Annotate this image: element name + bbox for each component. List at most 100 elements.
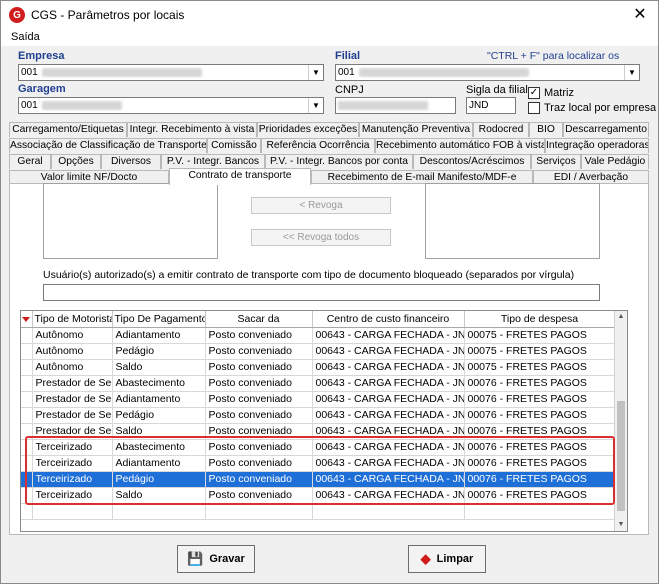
row-indicator[interactable] [21, 327, 33, 344]
tab-contrato-transporte[interactable]: Contrato de transporte [169, 168, 311, 185]
table-cell[interactable]: 00643 - CARGA FECHADA - JND. [312, 455, 465, 472]
gravar-button[interactable]: 💾 Gravar [177, 545, 255, 573]
table-cell[interactable]: Posto conveniado [205, 423, 313, 440]
table-cell[interactable]: Posto conveniado [205, 439, 313, 456]
row-indicator[interactable] [21, 407, 33, 424]
table-cell[interactable]: 00076 - FRETES PAGOS [464, 439, 616, 456]
table-row[interactable]: Terceirizado Adiantamento Posto conveniado… [21, 455, 616, 472]
scroll-down-icon[interactable]: ▼ [615, 519, 627, 531]
row-indicator[interactable] [21, 359, 33, 376]
table-cell[interactable]: Terceirizado [32, 487, 113, 504]
row-indicator[interactable] [21, 487, 33, 504]
table-cell[interactable]: 00643 - CARGA FECHADA - JND. [312, 487, 465, 504]
table-cell[interactable]: Pedágio [112, 471, 206, 488]
chevron-down-icon[interactable]: ▼ [308, 65, 323, 80]
close-icon[interactable]: ✕ [630, 5, 650, 25]
table-cell[interactable]: 00075 - FRETES PAGOS [464, 359, 616, 376]
tab-comissao[interactable]: Comissão [207, 138, 261, 153]
tab-pv-integr-bancos[interactable]: P.V. - Integr. Bancos [161, 154, 265, 169]
table-cell[interactable]: 00076 - FRETES PAGOS [464, 375, 616, 392]
row-indicator[interactable] [21, 455, 33, 472]
table-row[interactable]: Prestador de Se... Adiantamento Posto conv… [21, 391, 616, 408]
table-cell[interactable]: 00076 - FRETES PAGOS [464, 471, 616, 488]
tab-servicos[interactable]: Serviços [531, 154, 581, 169]
traz-local-checkbox[interactable]: Traz local por empresa [528, 102, 656, 114]
table-cell[interactable]: Abastecimento [112, 439, 206, 456]
table-cell[interactable]: Posto conveniado [205, 375, 313, 392]
table-row-empty[interactable] [21, 503, 616, 520]
table-cell[interactable] [112, 503, 206, 520]
tab-rodocred[interactable]: Rodocred [473, 122, 529, 137]
scroll-thumb[interactable] [617, 401, 625, 511]
table-cell[interactable]: Posto conveniado [205, 327, 313, 344]
table-cell[interactable]: 00075 - FRETES PAGOS [464, 343, 616, 360]
table-cell[interactable]: Abastecimento [112, 375, 206, 392]
usuarios-autorizados-field[interactable] [43, 284, 600, 301]
tab-bio[interactable]: BIO [529, 122, 563, 137]
table-row[interactable]: Autônomo Adiantamento Posto conveniado 0064… [21, 327, 616, 344]
matriz-checkbox[interactable]: ✓ Matriz [528, 87, 574, 99]
table-cell[interactable]: Posto conveniado [205, 391, 313, 408]
table-cell[interactable]: Autônomo [32, 343, 113, 360]
table-cell[interactable] [205, 503, 313, 520]
table-cell[interactable]: Posto conveniado [205, 455, 313, 472]
empresa-select[interactable]: 001 ▼ [18, 64, 324, 81]
table-cell[interactable]: Prestador de Se... [32, 375, 113, 392]
tab-prioridades[interactable]: Prioridades exceções [257, 122, 359, 137]
table-cell[interactable]: Pedágio [112, 343, 206, 360]
table-cell[interactable]: Adiantamento [112, 455, 206, 472]
tab-manutencao[interactable]: Manutenção Preventiva [359, 122, 473, 137]
table-cell[interactable]: 00076 - FRETES PAGOS [464, 391, 616, 408]
row-indicator[interactable] [21, 423, 33, 440]
tab-referencia-ocorrencia[interactable]: Referência Ocorrência [261, 138, 375, 153]
menu-item-saida[interactable]: Saída [11, 31, 40, 43]
row-indicator[interactable] [21, 375, 33, 392]
table-row[interactable]: Terceirizado Pedágio Posto conveniado 00643… [21, 471, 616, 488]
revoga-button[interactable]: < Revoga [251, 197, 391, 214]
table-cell[interactable]: Autônomo [32, 359, 113, 376]
table-cell[interactable]: 00643 - CARGA FECHADA - JND. [312, 391, 465, 408]
table-cell[interactable]: 00075 - FRETES PAGOS [464, 327, 616, 344]
tab-associacao[interactable]: Associação de Classificação de Transport… [9, 138, 207, 153]
table-cell[interactable]: Adiantamento [112, 391, 206, 408]
tab-integracao-operadoras[interactable]: Integração operadoras [545, 138, 649, 153]
filial-select[interactable]: 001 ▼ [335, 64, 640, 81]
table-cell[interactable]: Pedágio [112, 407, 206, 424]
table-cell[interactable]: 00643 - CARGA FECHADA - JND. [312, 327, 465, 344]
tab-carregamento[interactable]: Carregamento/Etiquetas [9, 122, 127, 137]
table-cell[interactable]: Adiantamento [112, 327, 206, 344]
table-cell[interactable]: Saldo [112, 423, 206, 440]
usuarios-disponiveis-list[interactable] [43, 183, 218, 259]
table-cell[interactable]: Autônomo [32, 327, 113, 344]
column-header[interactable]: Centro de custo financeiro [312, 311, 465, 328]
table-cell[interactable]: Saldo [112, 487, 206, 504]
table-cell[interactable]: 00076 - FRETES PAGOS [464, 455, 616, 472]
column-header[interactable]: Sacar da [205, 311, 313, 328]
table-row[interactable]: Terceirizado Saldo Posto conveniado 00643 -… [21, 487, 616, 504]
table-cell[interactable]: Terceirizado [32, 439, 113, 456]
cnpj-field[interactable] [335, 97, 456, 114]
revoga-todos-button[interactable]: << Revoga todos [251, 229, 391, 246]
column-header[interactable]: Tipo de Motorista [32, 311, 113, 328]
usuarios-selecionados-list[interactable] [425, 183, 600, 259]
row-indicator[interactable] [21, 343, 33, 360]
tab-descontos[interactable]: Descontos/Acréscimos [413, 154, 531, 169]
table-cell[interactable] [464, 503, 616, 520]
table-cell[interactable]: Posto conveniado [205, 407, 313, 424]
garagem-select[interactable]: 001 ▼ [18, 97, 324, 114]
table-cell[interactable]: 00643 - CARGA FECHADA - JND. [312, 375, 465, 392]
table-cell[interactable]: 00643 - CARGA FECHADA - JND. [312, 439, 465, 456]
table-cell[interactable] [21, 503, 33, 520]
table-cell[interactable]: Prestador de Se... [32, 423, 113, 440]
row-indicator[interactable] [21, 391, 33, 408]
table-cell[interactable]: Posto conveniado [205, 487, 313, 504]
table-row[interactable]: Prestador de Se... Abastecimento Posto con… [21, 375, 616, 392]
row-indicator[interactable] [21, 439, 33, 456]
tab-geral[interactable]: Geral [9, 154, 51, 169]
tab-opcoes[interactable]: Opções [51, 154, 101, 169]
table-cell[interactable]: Posto conveniado [205, 343, 313, 360]
table-cell[interactable]: Prestador de Se... [32, 391, 113, 408]
table-cell[interactable]: Prestador de Se... [32, 407, 113, 424]
table-row[interactable]: Prestador de Se... Saldo Posto conveniado 0… [21, 423, 616, 440]
column-header[interactable]: Tipo de despesa [464, 311, 616, 328]
